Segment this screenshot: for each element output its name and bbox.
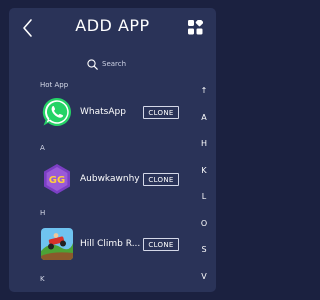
app-name: Aubwkawnhy — [80, 174, 140, 184]
app-row-aubwkawnhy: GG Aubwkawnhy CLONE — [9, 162, 199, 202]
app-name: Hill Climb R... — [80, 239, 141, 249]
app-row-hill-climb: Hill Climb R... CLONE — [9, 227, 199, 267]
index-letter-k[interactable]: K — [197, 166, 211, 175]
page-title: ADD APP — [75, 16, 150, 35]
hill-climb-icon — [41, 228, 73, 260]
index-letter-a[interactable]: A — [197, 113, 211, 122]
search-icon — [87, 58, 98, 70]
section-header-h: H — [40, 209, 46, 217]
index-letter-l[interactable]: L — [197, 192, 211, 201]
grid-button[interactable] — [188, 18, 204, 35]
index-letter-top[interactable]: ↑ — [197, 86, 211, 95]
section-header-a: A — [40, 144, 45, 152]
svg-text:GG: GG — [49, 175, 65, 186]
gg-icon: GG — [44, 164, 70, 194]
clone-button[interactable]: CLONE — [143, 173, 179, 186]
index-letter-o[interactable]: O — [197, 219, 211, 228]
whatsapp-icon — [42, 97, 71, 126]
app-screen: ADD APP Search Hot App WhatsApp CLONE A … — [9, 8, 216, 292]
index-letter-v[interactable]: V — [197, 272, 211, 281]
search-label: Search — [102, 60, 127, 68]
grid-icon — [188, 18, 204, 35]
clone-button[interactable]: CLONE — [143, 238, 179, 251]
search-bar[interactable]: Search — [87, 56, 126, 72]
index-letter-s[interactable]: S — [197, 245, 211, 254]
app-row-whatsapp: WhatsApp CLONE — [9, 95, 199, 135]
section-header-hot-app: Hot App — [40, 81, 69, 89]
device-frame: ADD APP Search Hot App WhatsApp CLONE A … — [0, 0, 224, 300]
app-name: WhatsApp — [80, 107, 126, 117]
header-bar: ADD APP — [9, 8, 216, 48]
clone-button[interactable]: CLONE — [143, 106, 179, 119]
section-header-k: K — [40, 275, 45, 283]
index-letter-h[interactable]: H — [197, 139, 211, 148]
